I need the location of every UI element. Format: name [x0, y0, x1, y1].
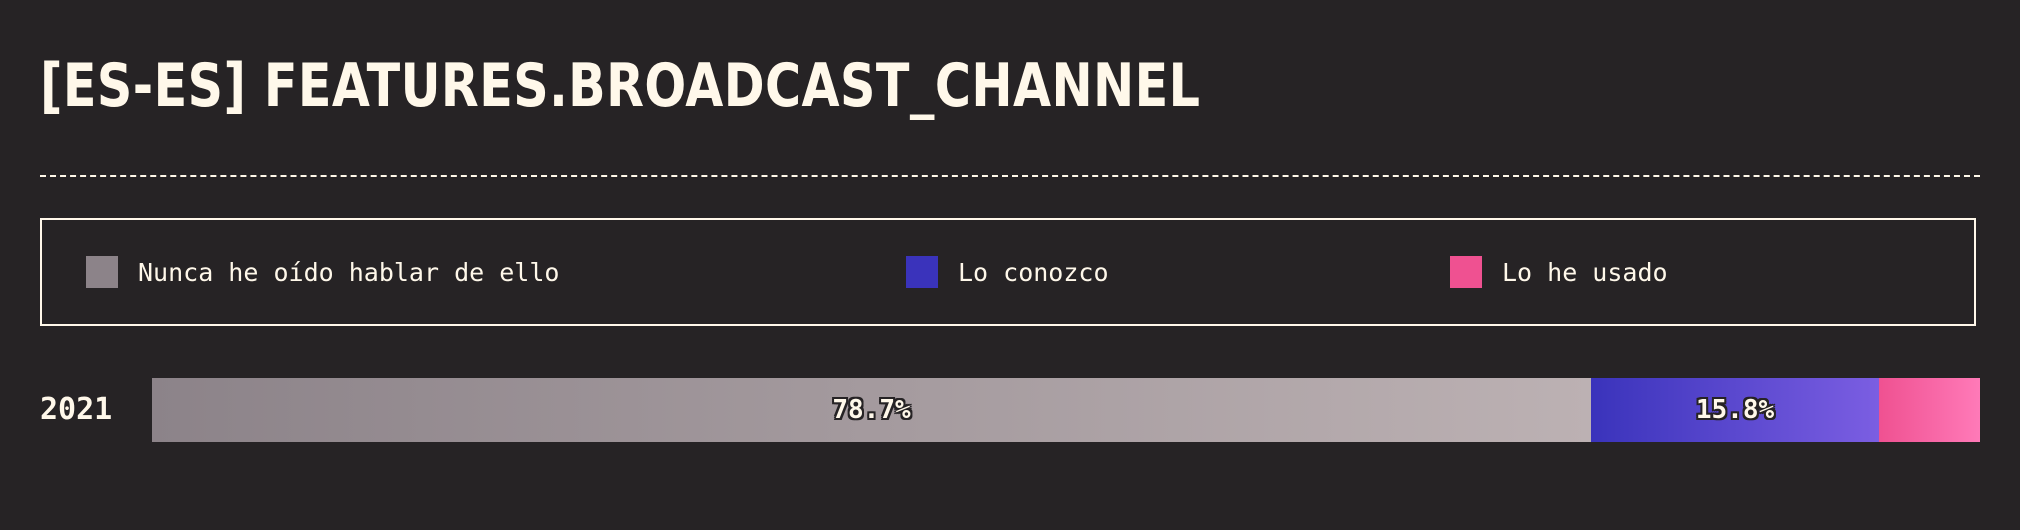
row-label-2021: 2021: [40, 392, 113, 427]
legend-label-never-heard: Nunca he oído hablar de ello: [138, 257, 560, 287]
chart-page: [ES-ES] FEATURES.BROADCAST_CHANNEL Nunca…: [0, 0, 2020, 530]
title-divider: [40, 175, 1980, 177]
legend-label-used-it: Lo he usado: [1502, 257, 1668, 287]
legend-swatch-used-it: [1450, 256, 1482, 288]
legend-label-know-it: Lo conozco: [958, 257, 1109, 287]
bar-segment-used-it[interactable]: [1879, 378, 1980, 442]
legend-item-used-it[interactable]: Lo he usado: [1450, 220, 1668, 324]
bar-label-never-heard: 78.7%: [832, 395, 911, 425]
legend-item-never-heard[interactable]: Nunca he oído hablar de ello: [86, 220, 559, 324]
legend: Nunca he oído hablar de ello Lo conozco …: [40, 218, 1976, 326]
legend-swatch-never-heard: [86, 256, 118, 288]
bar-label-know-it: 15.8%: [1695, 395, 1775, 425]
legend-swatch-know-it: [906, 256, 938, 288]
chart-title: [ES-ES] FEATURES.BROADCAST_CHANNEL: [40, 51, 1201, 121]
legend-item-know-it[interactable]: Lo conozco: [906, 220, 1109, 324]
